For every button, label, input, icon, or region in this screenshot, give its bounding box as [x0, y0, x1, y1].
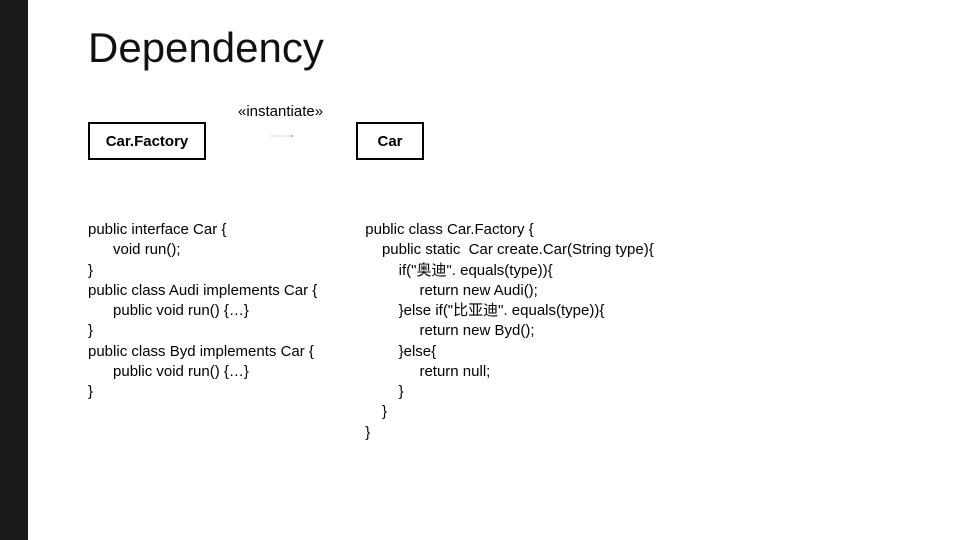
- slide-accent-bar: [0, 0, 28, 540]
- code-left: public interface Car { void run(); } pub…: [88, 220, 317, 443]
- dependency-stereotype: «instantiate»: [238, 103, 323, 120]
- uml-diagram: Car.Factory «instantiate» Car: [88, 100, 488, 180]
- uml-box-car: Car: [356, 122, 424, 160]
- uml-box-factory: Car.Factory: [88, 122, 206, 160]
- slide-content: Dependency Car.Factory «instantiate» Car…: [28, 0, 960, 540]
- slide-title: Dependency: [88, 24, 920, 72]
- dependency-arrow: [208, 135, 356, 137]
- code-area: public interface Car { void run(); } pub…: [88, 220, 920, 443]
- code-right: public class Car.Factory { public static…: [365, 220, 653, 443]
